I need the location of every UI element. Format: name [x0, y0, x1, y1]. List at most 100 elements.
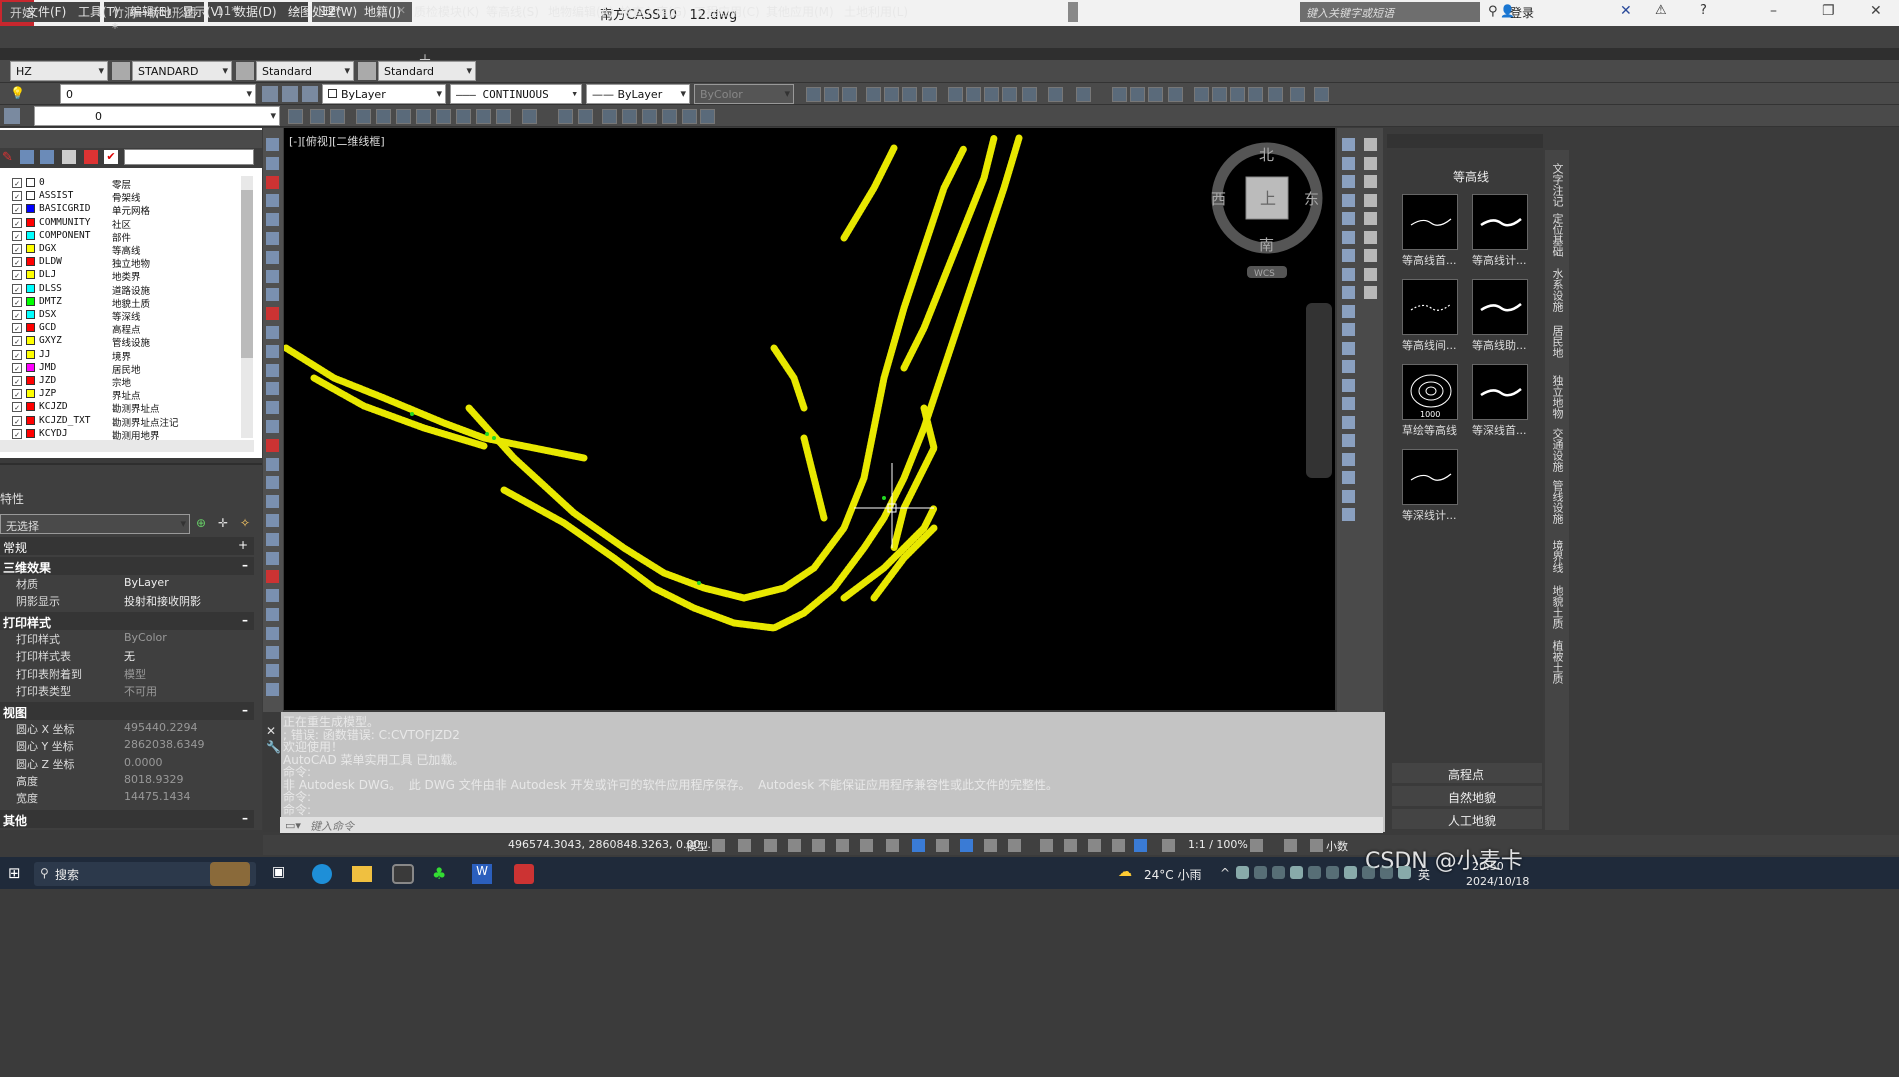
modify-tool-icon[interactable]: [1342, 304, 1355, 318]
menu-item-0[interactable]: 文件(F): [26, 3, 66, 20]
draw-tool-icon[interactable]: [266, 288, 279, 302]
modify-tool-icon[interactable]: [1342, 434, 1355, 447]
palette-tab-8[interactable]: 地貌土质: [1549, 585, 1564, 629]
palette-tab-2[interactable]: 水系设施: [1549, 268, 1564, 312]
annotation-scale[interactable]: 1:1 / 100%: [1188, 838, 1248, 851]
layer-visible-checkbox[interactable]: ✓: [12, 336, 22, 347]
status-toggle-icon[interactable]: [1064, 839, 1077, 852]
standard-tool-icon[interactable]: [1048, 87, 1063, 102]
draw-tool-icon[interactable]: [266, 589, 279, 603]
tray-icon[interactable]: [1344, 866, 1357, 879]
property-row[interactable]: 圆心 X 坐标 495440.2294: [0, 720, 254, 737]
layer-row[interactable]: ✓ DLSS 道路设施: [2, 283, 242, 297]
status-toggle-icon[interactable]: [712, 839, 725, 852]
layer-color-swatch[interactable]: [26, 270, 35, 280]
layer-row[interactable]: ✓ DLJ 地类界: [2, 269, 242, 283]
layer-color-swatch[interactable]: [26, 178, 35, 187]
draw-tool-icon[interactable]: [266, 420, 279, 433]
layer-visible-checkbox[interactable]: ✓: [12, 178, 22, 188]
menu-item-13[interactable]: 土地利用(L): [844, 3, 908, 20]
standard-tool-icon[interactable]: [1248, 87, 1263, 102]
section-other[interactable]: 其他 –: [0, 810, 254, 828]
modify-tool-icon[interactable]: [1342, 156, 1355, 170]
command-history-icon[interactable]: ▭▾: [285, 819, 301, 832]
layer-tool-icon[interactable]: [330, 109, 345, 124]
layer-visible-checkbox[interactable]: ✓: [12, 257, 22, 268]
status-toggle-icon[interactable]: [960, 839, 973, 852]
modify-tool-icon[interactable]: [1342, 360, 1355, 373]
layer-tool-icon[interactable]: [456, 109, 471, 124]
drawing-canvas[interactable]: 上 北 南 东 西 WCS: [282, 128, 1335, 710]
property-row[interactable]: 打印样式 ByColor: [0, 630, 254, 647]
property-row[interactable]: 阴影显示 投射和接收阴影: [0, 592, 254, 609]
layer-row[interactable]: ✓ JJ 境界: [2, 349, 242, 363]
restore-icon[interactable]: ❐: [1822, 3, 1835, 19]
layer-visible-checkbox[interactable]: ✓: [12, 349, 22, 360]
units-decimal[interactable]: 小数: [1326, 838, 1348, 854]
layer-state-combo-2[interactable]: 0: [34, 106, 280, 126]
modify-tool-icon[interactable]: [1342, 489, 1355, 503]
palette-tab-4[interactable]: 独立地物: [1549, 375, 1564, 419]
layer-visible-checkbox[interactable]: ✓: [12, 296, 22, 307]
layer-row[interactable]: ✓ 0 零层: [2, 177, 242, 191]
layer-row[interactable]: ✓ JZD 宗地: [2, 375, 242, 389]
viewport-label[interactable]: [-][俯视][二维线框]: [289, 133, 385, 149]
draw-tool-icon[interactable]: [266, 344, 279, 358]
palette-tab-6[interactable]: 管线设施: [1549, 480, 1564, 524]
property-row[interactable]: 打印表类型 不可用: [0, 682, 254, 699]
table-style-combo[interactable]: Standard: [378, 61, 476, 81]
property-value[interactable]: 模型: [124, 666, 146, 682]
palette-tab-5[interactable]: 交通设施: [1549, 428, 1564, 472]
menu-item-10[interactable]: 检查入库(G): [620, 3, 687, 20]
weather-text[interactable]: 24°C 小雨: [1144, 866, 1201, 883]
layer-row[interactable]: ✓ JZP 界址点: [2, 388, 242, 402]
binoculars-icon[interactable]: ⚲: [1488, 4, 1498, 19]
status-toggle-icon[interactable]: [886, 839, 899, 852]
plotstyle-combo[interactable]: ByColor: [694, 84, 794, 104]
menu-item-2[interactable]: 编辑(E): [130, 3, 171, 20]
layer-color-swatch[interactable]: [26, 257, 35, 267]
layer-tool-icon[interactable]: [522, 109, 537, 124]
task-view-icon[interactable]: ▣: [272, 864, 285, 880]
layer-manager-icon[interactable]: [262, 86, 278, 102]
freeze-icon[interactable]: [20, 150, 34, 164]
layer-tool-icon[interactable]: [436, 109, 451, 124]
status-toggle-icon[interactable]: [860, 839, 873, 852]
menu-item-5[interactable]: 绘图处理(W): [288, 3, 357, 20]
word-icon[interactable]: W: [472, 864, 492, 884]
standard-tool-icon[interactable]: [1130, 87, 1145, 102]
modify-tool-icon[interactable]: [1342, 508, 1355, 521]
layer-visible-checkbox[interactable]: ✓: [12, 362, 22, 373]
menu-item-8[interactable]: 等高线(S): [486, 3, 539, 20]
menu-item-12[interactable]: 其他应用(M): [766, 3, 834, 20]
layer-hscrollbar[interactable]: [0, 440, 254, 452]
status-toggle-icon[interactable]: [1284, 839, 1297, 852]
layer-visible-checkbox[interactable]: ✓: [12, 283, 22, 294]
property-value[interactable]: ByLayer: [124, 576, 169, 589]
contour-tool-2[interactable]: [1402, 279, 1458, 335]
modify-tool-icon[interactable]: [1342, 267, 1355, 281]
toggle-pickadd-icon[interactable]: ⊕: [196, 516, 206, 530]
modify-tool-icon[interactable]: [1342, 341, 1355, 355]
draw-tool-icon[interactable]: [266, 664, 279, 678]
draw-tool-icon[interactable]: [266, 551, 279, 565]
layer-visible-checkbox[interactable]: ✓: [12, 310, 22, 320]
layer-tool-icon[interactable]: [356, 109, 371, 124]
status-toggle-icon[interactable]: [1088, 839, 1101, 852]
standard-tool-icon[interactable]: [1194, 87, 1209, 102]
app-s-icon[interactable]: [514, 864, 534, 884]
standard-tool-icon[interactable]: [948, 87, 963, 102]
standard-tool-icon[interactable]: [866, 87, 881, 102]
layer-combo-hz[interactable]: HZ: [10, 61, 108, 81]
layer-visible-checkbox[interactable]: ✓: [12, 230, 22, 241]
dim-style-combo[interactable]: Standard: [256, 61, 354, 81]
command-input[interactable]: 键入命令: [280, 817, 1383, 833]
draw-tool-icon[interactable]: [266, 532, 279, 546]
standard-tool-icon[interactable]: [1112, 87, 1127, 102]
tray-icon[interactable]: [1326, 866, 1339, 879]
palette-handle[interactable]: [1387, 134, 1543, 148]
edge-icon[interactable]: [312, 864, 332, 884]
layer-tool-icon[interactable]: [558, 109, 573, 124]
section-plot-style[interactable]: 打印样式 –: [0, 612, 254, 630]
standard-tool-icon[interactable]: [884, 87, 899, 102]
